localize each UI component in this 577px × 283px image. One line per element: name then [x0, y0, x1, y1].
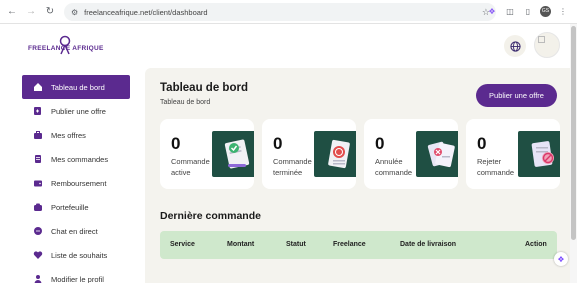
scrollbar-thumb[interactable]: [571, 26, 576, 240]
site-info-icon[interactable]: ⚙: [71, 8, 78, 17]
page-scrollbar[interactable]: [570, 24, 577, 283]
orders-table-header: Service Montant Statut Freelance Date de…: [160, 231, 557, 259]
home-icon: [33, 82, 43, 92]
sidebar-item-chat-en-direct[interactable]: Chat en direct: [22, 219, 130, 243]
reload-icon[interactable]: ↻: [43, 5, 57, 19]
help-chat-icon[interactable]: ❖: [554, 252, 568, 266]
extensions-area: ❖ ◫ ▯ GS ⋮: [486, 5, 569, 17]
address-bar[interactable]: ⚙ freelanceafrique.net/client/dashboard …: [64, 3, 496, 21]
sidebar-item-label: Tableau de bord: [51, 82, 105, 92]
sidebar: Tableau de bord Publier une offre Mes of…: [0, 68, 145, 283]
back-icon[interactable]: ←: [5, 5, 19, 19]
browser-toolbar: ← → ↻ ⚙ freelanceafrique.net/client/dash…: [0, 0, 577, 24]
column-header-statut: Statut: [286, 241, 306, 248]
stat-card-rejeter: 0 Rejeter commande: [466, 119, 560, 189]
column-header-date-livraison: Date de livraison: [400, 241, 457, 248]
stat-value: 0: [171, 134, 181, 153]
sidebar-item-label: Portefeuille: [51, 202, 89, 212]
language-button[interactable]: [504, 35, 526, 57]
url-text[interactable]: freelanceafrique.net/client/dashboard: [84, 8, 207, 17]
user-avatar[interactable]: [534, 32, 560, 58]
file-plus-icon: [33, 106, 43, 116]
user-icon: [33, 274, 43, 283]
stat-value: 0: [477, 134, 487, 153]
cancel-doc-icon: [416, 131, 458, 177]
site-logo[interactable]: FREELANCE AFRIQUE: [28, 35, 103, 57]
heart-icon: [33, 250, 43, 260]
column-header-service: Service: [170, 241, 195, 248]
sidebar-item-publier-une-offre[interactable]: Publier une offre: [22, 99, 130, 123]
purse-icon: [33, 202, 43, 212]
stat-card-terminee: 0 Commande terminée: [262, 119, 356, 189]
check-doc-icon: [212, 131, 254, 177]
stat-value: 0: [273, 134, 283, 153]
reject-doc-icon: [518, 131, 560, 177]
sidebar-item-mes-commandes[interactable]: Mes commandes: [22, 147, 130, 171]
sidebar-item-modifier-le-profil[interactable]: Modifier le profil: [22, 267, 130, 283]
sidebar-item-label: Mes offres: [51, 130, 86, 140]
sidebar-item-tableau-de-bord[interactable]: Tableau de bord: [22, 75, 130, 99]
sidebar-item-mes-offres[interactable]: Mes offres: [22, 123, 130, 147]
globe-icon: [509, 40, 521, 52]
sidebar-item-label: Mes commandes: [51, 154, 109, 164]
publish-offer-button[interactable]: Publier une offre: [476, 84, 557, 107]
main-content: Tableau de bord Tableau de bord Publier …: [145, 68, 570, 283]
sidebar-item-label: Liste de souhaits: [51, 250, 108, 260]
latest-order-title: Dernière commande: [160, 210, 261, 222]
wallet-icon: [33, 178, 43, 188]
forward-icon[interactable]: →: [24, 5, 38, 19]
sidebar-item-remboursement[interactable]: Remboursement: [22, 171, 130, 195]
sidepanel-icon[interactable]: ▯: [522, 5, 534, 17]
column-header-montant: Montant: [227, 241, 255, 248]
sidebar-item-liste-de-souhaits[interactable]: Liste de souhaits: [22, 243, 130, 267]
sidebar-item-label: Chat en direct: [51, 226, 98, 236]
sidebar-item-label: Publier une offre: [51, 106, 106, 116]
extension-icon[interactable]: ❖: [486, 5, 498, 17]
logo-figure-icon: [59, 35, 71, 55]
stat-value: 0: [375, 134, 385, 153]
badge-doc-icon: [314, 131, 356, 177]
page-title: Tableau de bord: [160, 82, 248, 94]
puzzle-extensions-icon[interactable]: ◫: [504, 5, 516, 17]
sidebar-item-portefeuille[interactable]: Portefeuille: [22, 195, 130, 219]
sidebar-item-label: Remboursement: [51, 178, 107, 188]
stat-card-active: 0 Commande active: [160, 119, 254, 189]
chat-icon: [33, 226, 43, 236]
browser-menu-icon[interactable]: ⋮: [557, 5, 569, 17]
column-header-freelance: Freelance: [333, 241, 366, 248]
breadcrumb: Tableau de bord: [160, 99, 211, 106]
column-header-action: Action: [525, 241, 547, 248]
app-header: FREELANCE AFRIQUE: [0, 24, 577, 68]
document-icon: [33, 154, 43, 164]
profile-avatar[interactable]: GS: [540, 5, 551, 17]
sidebar-item-label: Modifier le profil: [51, 274, 104, 283]
stat-card-annulee: 0 Annulée commande: [364, 119, 458, 189]
briefcase-icon: [33, 130, 43, 140]
